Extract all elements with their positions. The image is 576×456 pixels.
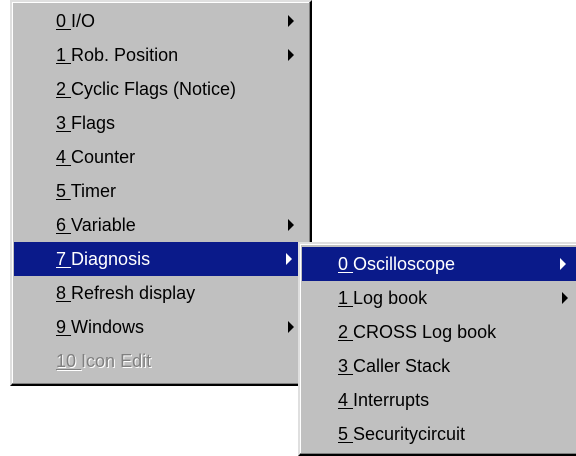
menu-item-label: Log book	[353, 288, 428, 308]
menu-item-label: Counter	[71, 147, 136, 167]
menu-item-icon-edit: 10 Icon Edit	[12, 344, 310, 378]
submenu-arrow-icon	[562, 292, 568, 304]
menu-item-number: 4	[338, 390, 349, 410]
submenu-item-log-book[interactable]: 1 Log book	[300, 281, 576, 315]
menu-item-number: 0	[56, 11, 67, 31]
menu-item-number: 5	[338, 424, 349, 444]
submenu-arrow-icon	[288, 49, 294, 61]
menu-item-label: Rob. Position	[71, 45, 179, 65]
menu-item-flags[interactable]: 3 Flags	[12, 106, 310, 140]
menu-item-refresh-display[interactable]: 8 Refresh display	[12, 276, 310, 310]
menu-item-number: 2	[56, 79, 67, 99]
submenu-item-interrupts[interactable]: 4 Interrupts	[300, 383, 576, 417]
menu-item-number: 3	[56, 113, 67, 133]
menu-item-timer[interactable]: 5 Timer	[12, 174, 310, 208]
menu-item-number: 5	[56, 181, 67, 201]
submenu-item-oscilloscope[interactable]: 0 Oscilloscope	[302, 247, 576, 281]
menu-item-windows[interactable]: 9 Windows	[12, 310, 310, 344]
menu-item-label: Timer	[70, 181, 117, 201]
menu-item-io[interactable]: 0 I/O	[12, 4, 310, 38]
menu-item-label: Windows	[71, 317, 145, 337]
menu-item-label: I/O	[71, 11, 96, 31]
menu-item-rob-position[interactable]: 1 Rob. Position	[12, 38, 310, 72]
menu-item-label: Securitycircuit	[353, 424, 466, 444]
diagnosis-submenu: 0 Oscilloscope 1 Log book 2 CROSS Log book …	[298, 242, 576, 456]
submenu-arrow-icon	[288, 15, 294, 27]
menu-item-number: 1	[338, 288, 349, 308]
menu-item-label: Oscilloscope	[353, 254, 456, 274]
menu-item-diagnosis[interactable]: 7 Diagnosis	[14, 242, 308, 276]
menu-item-cyclic-flags[interactable]: 2 Cyclic Flags (Notice)	[12, 72, 310, 106]
menu-item-label: Caller Stack	[353, 356, 451, 376]
menu-item-label: Refresh display	[71, 283, 196, 303]
submenu-arrow-icon	[288, 321, 294, 333]
menu-item-label: Cyclic Flags (Notice)	[71, 79, 237, 99]
menu-item-number: 6	[56, 215, 67, 235]
menu-item-number: 10	[56, 351, 77, 371]
menu-item-label: Interrupts	[353, 390, 430, 410]
menu-item-label: Variable	[71, 215, 136, 235]
menu-item-number: 2	[338, 322, 349, 342]
menu-item-number: 3	[338, 356, 349, 376]
menu-item-number: 4	[56, 147, 67, 167]
menu-item-number: 7	[56, 249, 67, 269]
menu-item-counter[interactable]: 4 Counter	[12, 140, 310, 174]
main-context-menu: 0 I/O 1 Rob. Position 2 Cyclic Flags (Notic…	[10, 0, 312, 386]
submenu-arrow-icon	[560, 258, 566, 270]
menu-item-label: CROSS Log book	[353, 322, 497, 342]
submenu-arrow-icon	[288, 219, 294, 231]
menu-item-variable[interactable]: 6 Variable	[12, 208, 310, 242]
submenu-item-securitycircuit[interactable]: 5 Securitycircuit	[300, 417, 576, 451]
menu-item-number: 1	[56, 45, 67, 65]
submenu-item-caller-stack[interactable]: 3 Caller Stack	[300, 349, 576, 383]
menu-item-number: 8	[56, 283, 67, 303]
menu-item-label: Flags	[71, 113, 116, 133]
submenu-arrow-icon	[286, 253, 292, 265]
menu-item-number: 0	[338, 254, 349, 274]
submenu-item-cross-log-book[interactable]: 2 CROSS Log book	[300, 315, 576, 349]
menu-item-label: Diagnosis	[71, 249, 151, 269]
menu-item-number: 9	[56, 317, 67, 337]
menu-item-label: Icon Edit	[81, 351, 152, 371]
